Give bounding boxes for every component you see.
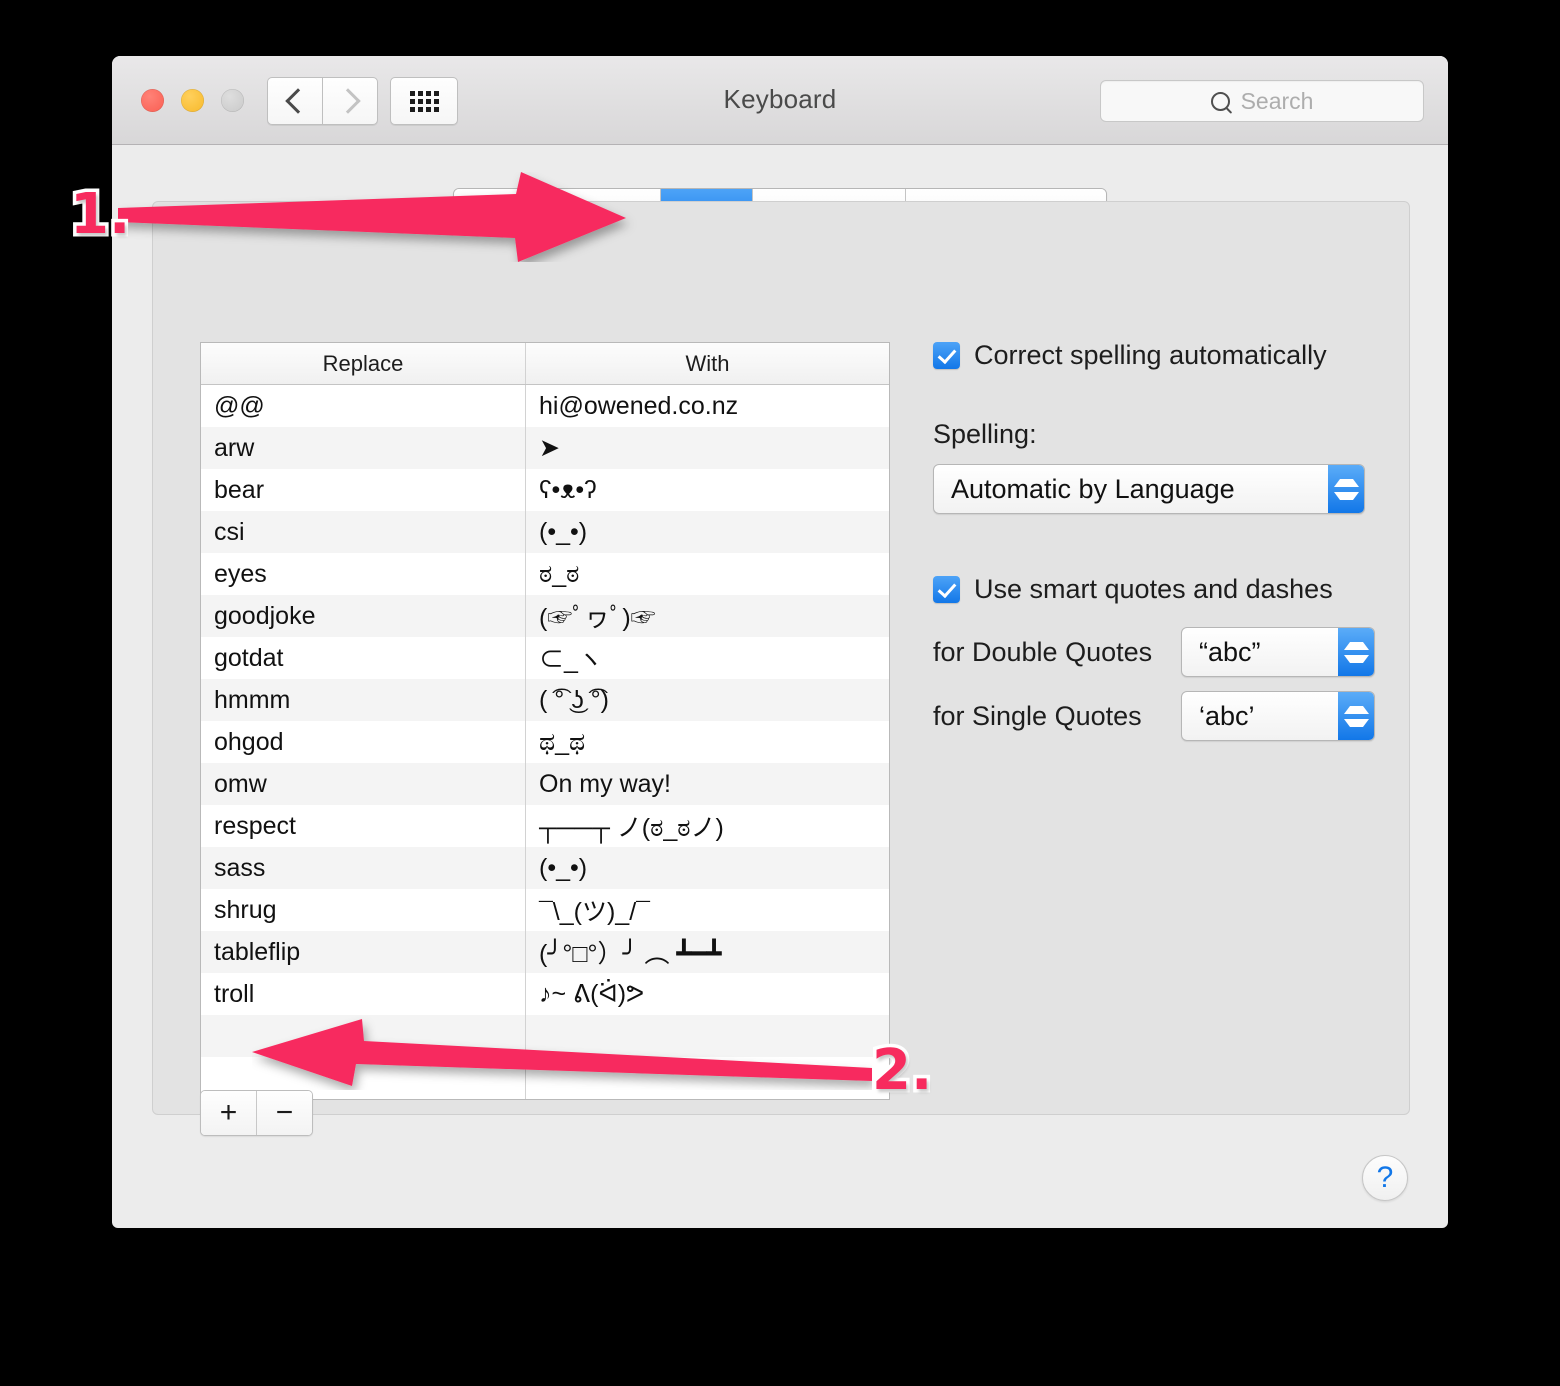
search-icon — [1210, 91, 1230, 111]
table-body: @@ hi@owened.co.nz arw ➤ bear ʕ•ᴥ•ʔ csi (•_•… — [201, 384, 889, 1099]
table-row-empty[interactable] — [201, 1015, 889, 1057]
annotation-number-1: 1. — [66, 179, 133, 251]
cell-with[interactable]: (☞ﾟヮﾟ)☞ — [525, 595, 889, 637]
cell-replace[interactable]: arw — [201, 427, 526, 469]
single-quotes-value: ‘abc’ — [1199, 700, 1255, 731]
text-preferences-panel: Replace With @@ hi@owened.co.nz arw ➤ bear… — [152, 201, 1410, 1136]
cell-with[interactable]: ┬──┬ ノ(ಠ_ಠノ) — [525, 805, 889, 847]
cell-replace[interactable]: eyes — [201, 553, 526, 595]
cell-replace[interactable]: tableflip — [201, 931, 526, 973]
chevron-up-icon — [1343, 699, 1369, 714]
cell-with[interactable]: (•_•) — [525, 847, 889, 889]
table-row[interactable]: goodjoke (☞ﾟヮﾟ)☞ — [201, 595, 889, 637]
search-field[interactable]: Search — [1100, 80, 1424, 122]
cell-with[interactable]: (•_•) — [525, 511, 889, 553]
table-row[interactable]: arw ➤ — [201, 427, 889, 469]
table-row[interactable]: hmmm( ͡° ͜ʖ ͡°) — [201, 679, 889, 721]
cell-with[interactable]: ʕ•ᴥ•ʔ — [525, 469, 889, 511]
spelling-popup-value: Automatic by Language — [951, 473, 1235, 504]
table-row[interactable]: troll ♪~ ᕕ(ᐛ)ᕗ — [201, 973, 889, 1015]
cell-with[interactable]: hi@owened.co.nz — [525, 384, 889, 427]
column-header-replace[interactable]: Replace — [201, 343, 526, 385]
keyboard-preferences-window: Keyboard Search Text Shortcuts Input Sou… — [112, 56, 1448, 1228]
cell-replace[interactable]: hmmm — [201, 679, 526, 721]
chevron-down-icon — [1343, 654, 1369, 670]
double-quotes-label: for Double Quotes — [933, 636, 1153, 667]
table-row[interactable]: gotdat ⊂_ヽ — [201, 637, 889, 679]
single-quotes-label: for Single Quotes — [933, 700, 1142, 731]
cell-replace[interactable]: gotdat — [201, 637, 526, 679]
text-replacement-table[interactable]: Replace With @@ hi@owened.co.nz arw ➤ bear… — [200, 342, 890, 1100]
spelling-label: Spelling: — [933, 419, 1037, 449]
cell-replace[interactable]: @@ — [201, 384, 526, 427]
chevron-down-icon — [1343, 718, 1369, 734]
cell-with[interactable]: ¯\_(ツ)_/¯ — [525, 889, 889, 931]
table-row[interactable]: respect ┬──┬ ノ(ಠ_ಠノ) — [201, 805, 889, 847]
single-quotes-popup-button[interactable]: ‘abc’ — [1181, 691, 1375, 741]
search-placeholder: Search — [1240, 87, 1314, 114]
table-row[interactable]: tableflip (╯°□°）╯ ︵ ┻━┻ — [201, 931, 889, 973]
cell-with[interactable]: On my way! — [525, 763, 889, 805]
table-row[interactable]: ohgod ಥ_ಥ — [201, 721, 889, 763]
chevron-updown-icon[interactable] — [1328, 465, 1364, 513]
cell-replace[interactable]: goodjoke — [201, 595, 526, 637]
cell-with[interactable]: ( ͡° ͜ʖ ͡°) — [525, 679, 889, 721]
cell-with[interactable]: ➤ — [525, 427, 889, 469]
chevron-up-icon — [1333, 472, 1359, 487]
double-quotes-value: “abc” — [1199, 636, 1261, 667]
cell-with[interactable]: ⊂_ヽ — [525, 637, 889, 679]
cell-replace[interactable]: respect — [201, 805, 526, 847]
cell-replace[interactable]: sass — [201, 847, 526, 889]
single-quotes-row: for Single Quotes ‘abc’ — [933, 691, 1383, 741]
cell-with[interactable]: ♪~ ᕕ(ᐛ)ᕗ — [525, 973, 889, 1015]
smart-quotes-checkbox[interactable] — [933, 576, 960, 603]
cell-replace[interactable] — [201, 1015, 526, 1057]
window-titlebar: Keyboard Search — [112, 56, 1448, 145]
search-field-inner: Search — [1210, 87, 1314, 115]
cell-with[interactable] — [525, 1057, 889, 1099]
double-quotes-popup-button[interactable]: “abc” — [1181, 627, 1375, 677]
correct-spelling-label: Correct spelling automatically — [974, 340, 1327, 370]
smart-quotes-row[interactable]: Use smart quotes and dashes — [933, 574, 1383, 605]
add-replacement-button[interactable]: + — [201, 1091, 257, 1135]
table-row[interactable]: eyes ಠ_ಠ — [201, 553, 889, 595]
cell-with[interactable]: ಠ_ಠ — [525, 553, 889, 595]
help-button[interactable]: ? — [1362, 1155, 1408, 1201]
chevron-updown-icon[interactable] — [1338, 628, 1374, 676]
cell-replace[interactable]: csi — [201, 511, 526, 553]
chevron-down-icon — [1333, 491, 1359, 507]
table-row[interactable]: bear ʕ•ᴥ•ʔ — [201, 469, 889, 511]
cell-replace[interactable]: omw — [201, 763, 526, 805]
table-row[interactable]: @@ hi@owened.co.nz — [201, 384, 889, 427]
cell-replace[interactable]: bear — [201, 469, 526, 511]
cell-with[interactable] — [525, 1015, 889, 1057]
chevron-updown-icon[interactable] — [1338, 692, 1374, 740]
table-row[interactable]: omw On my way! — [201, 763, 889, 805]
annotation-number-2: 2. — [868, 1035, 935, 1107]
column-header-with[interactable]: With — [525, 343, 889, 385]
spelling-popup-button[interactable]: Automatic by Language — [933, 464, 1365, 514]
cell-replace[interactable]: troll — [201, 973, 526, 1015]
table-row[interactable]: sass (•_•) — [201, 847, 889, 889]
remove-replacement-button[interactable]: − — [257, 1091, 312, 1135]
correct-spelling-row[interactable]: Correct spelling automatically — [933, 340, 1383, 371]
cell-replace[interactable]: shrug — [201, 889, 526, 931]
table-row[interactable]: shrug ¯\_(ツ)_/¯ — [201, 889, 889, 931]
correct-spelling-checkbox[interactable] — [933, 342, 960, 369]
table-row[interactable]: csi (•_•) — [201, 511, 889, 553]
table-add-remove-group: + − — [200, 1090, 313, 1136]
chevron-up-icon — [1343, 635, 1369, 650]
cell-with[interactable]: ಥ_ಥ — [525, 721, 889, 763]
cell-with[interactable]: (╯°□°）╯ ︵ ┻━┻ — [525, 931, 889, 973]
options-panel: Correct spelling automatically Spelling:… — [933, 340, 1383, 741]
table-header-row: Replace With — [201, 343, 889, 385]
smart-quotes-label: Use smart quotes and dashes — [974, 574, 1333, 604]
double-quotes-row: for Double Quotes “abc” — [933, 627, 1383, 677]
cell-replace[interactable]: ohgod — [201, 721, 526, 763]
